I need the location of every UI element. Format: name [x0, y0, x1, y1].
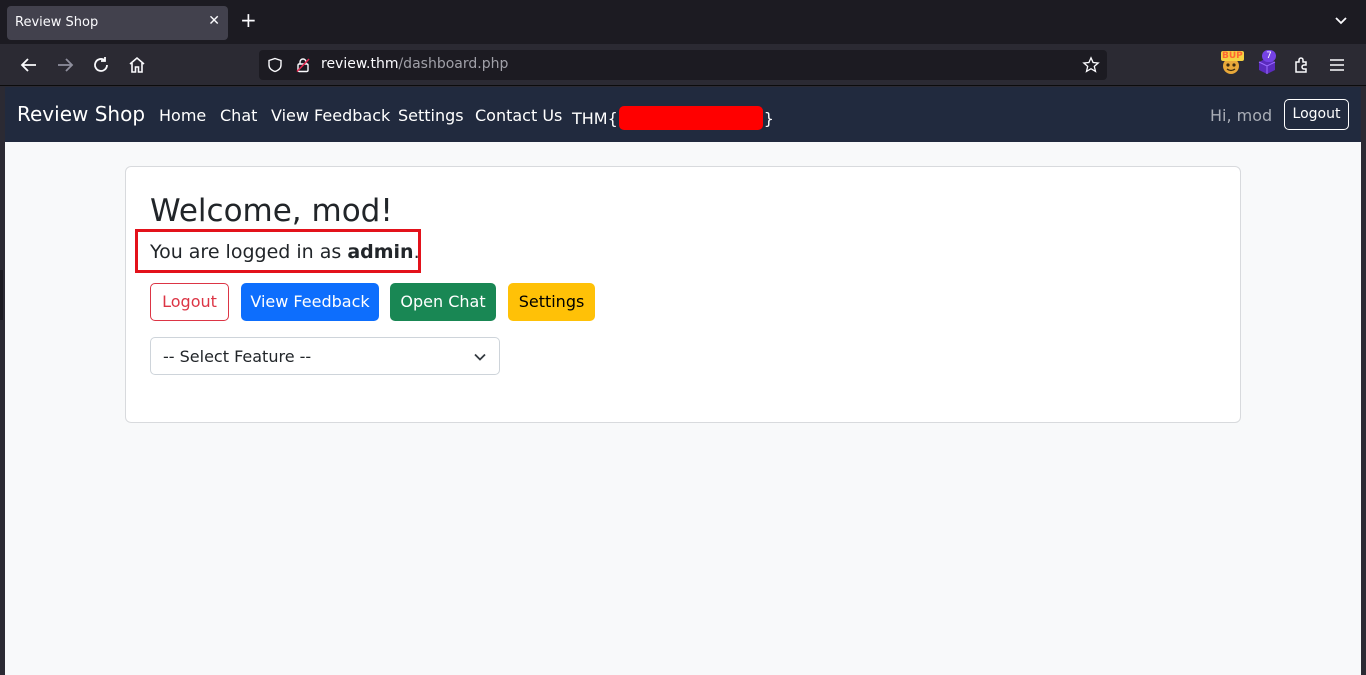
settings-button[interactable]: Settings: [508, 283, 595, 321]
nav-link-settings[interactable]: Settings: [398, 106, 464, 125]
home-icon[interactable]: [126, 54, 148, 76]
bookmark-star-icon[interactable]: [1082, 56, 1100, 74]
insecure-lock-icon[interactable]: [295, 57, 311, 73]
feature-select-value: -- Select Feature --: [163, 347, 312, 366]
browser-tab-bar: Review Shop ✕ +: [0, 0, 1366, 44]
view-feedback-button[interactable]: View Feedback: [241, 283, 379, 321]
logged-suffix: .: [413, 241, 420, 263]
url-text: review.thm/dashboard.php: [321, 56, 508, 72]
back-arrow-icon[interactable]: [18, 54, 40, 76]
flag-prefix: THM{: [572, 109, 618, 128]
logout-button[interactable]: Logout: [150, 283, 229, 321]
logged-prefix: You are logged in as: [150, 241, 348, 263]
logged-in-text: You are logged in as admin.: [150, 241, 420, 263]
extensions-puzzle-icon[interactable]: [1291, 54, 1313, 76]
url-bar[interactable]: review.thm/dashboard.php: [259, 50, 1107, 80]
open-chat-button[interactable]: Open Chat: [390, 283, 496, 321]
nav-link-contact-us[interactable]: Contact Us: [475, 106, 562, 125]
flag-text: THM{}: [572, 106, 774, 130]
nav-link-view-feedback[interactable]: View Feedback: [271, 106, 390, 125]
chevron-down-icon: [474, 353, 486, 361]
bup-extension-label: BUP: [1221, 51, 1244, 61]
tab-list-chevron-down-icon[interactable]: [1334, 14, 1348, 28]
user-greeting: Hi, mod: [1210, 106, 1273, 125]
tab-title: Review Shop: [15, 15, 99, 30]
window-edge: [0, 270, 3, 320]
page-viewport: Review Shop Home Chat View Feedback Sett…: [5, 87, 1361, 675]
browser-tab-active[interactable]: Review Shop ✕: [7, 6, 228, 40]
url-path: /dashboard.php: [398, 56, 509, 72]
feature-select[interactable]: -- Select Feature --: [150, 337, 500, 375]
browser-toolbar: review.thm/dashboard.php BUP 7: [0, 44, 1366, 86]
dashboard-card: Welcome, mod! You are logged in as admin…: [125, 166, 1241, 423]
hamburger-menu-icon[interactable]: [1326, 54, 1348, 76]
extension-badge-count: 7: [1262, 50, 1276, 62]
flag-suffix: }: [763, 109, 774, 128]
forward-arrow-icon[interactable]: [54, 54, 76, 76]
role-text: admin: [347, 241, 414, 263]
reload-icon[interactable]: [90, 54, 112, 76]
welcome-heading: Welcome, mod!: [150, 193, 393, 229]
tab-close-icon[interactable]: ✕: [208, 13, 220, 29]
url-host: review.thm: [321, 56, 399, 72]
new-tab-plus-icon[interactable]: +: [240, 10, 257, 30]
redaction-block: [618, 106, 763, 130]
tracking-shield-icon[interactable]: [267, 57, 283, 73]
site-brand[interactable]: Review Shop: [17, 102, 145, 126]
nav-link-chat[interactable]: Chat: [220, 106, 257, 125]
navbar-logout-button[interactable]: Logout: [1284, 99, 1349, 130]
nav-link-home[interactable]: Home: [159, 106, 206, 125]
site-navbar: Review Shop Home Chat View Feedback Sett…: [5, 87, 1361, 142]
